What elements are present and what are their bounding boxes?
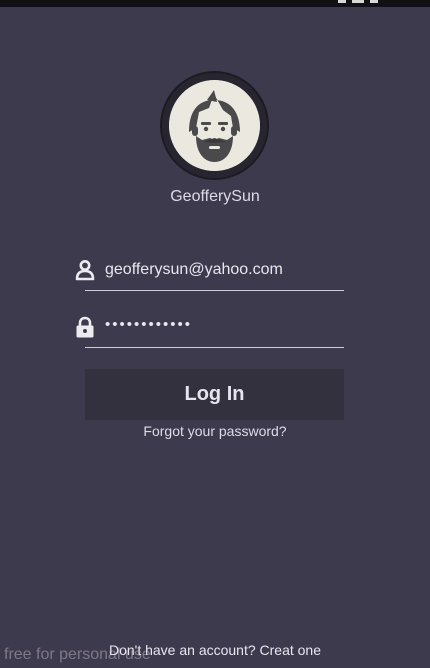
battery-icon	[352, 0, 364, 3]
login-button[interactable]: Log In	[85, 369, 344, 420]
status-icons	[338, 0, 378, 7]
notification-icon	[370, 0, 378, 3]
email-field[interactable]: geofferysun@yahoo.com	[74, 255, 344, 291]
username-label: GeofferySun	[170, 188, 260, 205]
user-icon	[74, 259, 96, 281]
forgot-password-link[interactable]: Forgot your password?	[0, 423, 430, 439]
email-value: geofferysun@yahoo.com	[105, 261, 283, 278]
status-bar	[0, 0, 430, 7]
password-field[interactable]: ••••••••••••	[74, 312, 344, 348]
watermark: free for personal use	[4, 646, 151, 663]
bearded-man-avatar-icon	[169, 80, 260, 171]
email-underline	[85, 290, 344, 291]
password-underline	[85, 347, 344, 348]
avatar[interactable]	[160, 71, 269, 180]
password-value: ••••••••••••	[105, 316, 193, 333]
lock-icon	[74, 316, 96, 338]
signal-icon	[338, 0, 346, 3]
